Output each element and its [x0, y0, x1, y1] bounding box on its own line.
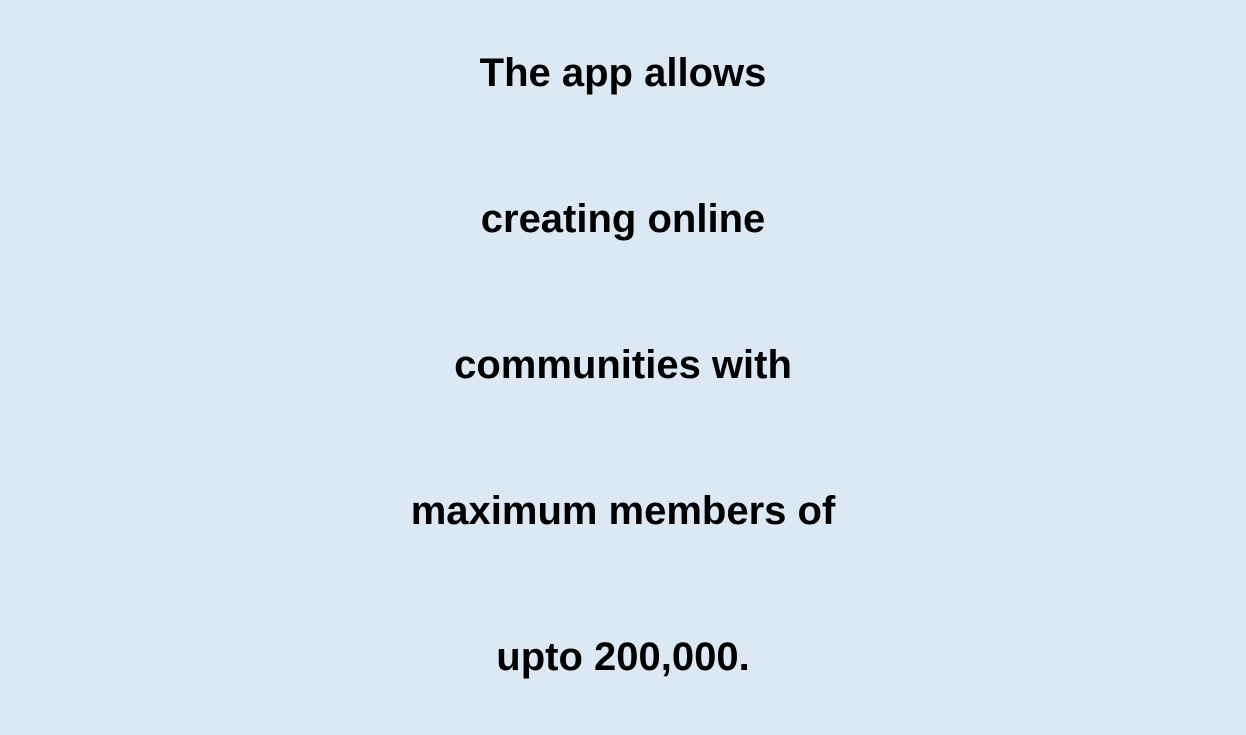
statement-line-4: maximum members of	[410, 489, 836, 533]
statement-line-5: upto 200,000.	[496, 635, 750, 679]
statement-line-3: communities with	[454, 343, 792, 387]
slide: The app allows creating online communiti…	[0, 0, 1246, 735]
statement-line-2: creating online	[480, 197, 766, 241]
statement-line-1: The app allows	[479, 51, 767, 95]
